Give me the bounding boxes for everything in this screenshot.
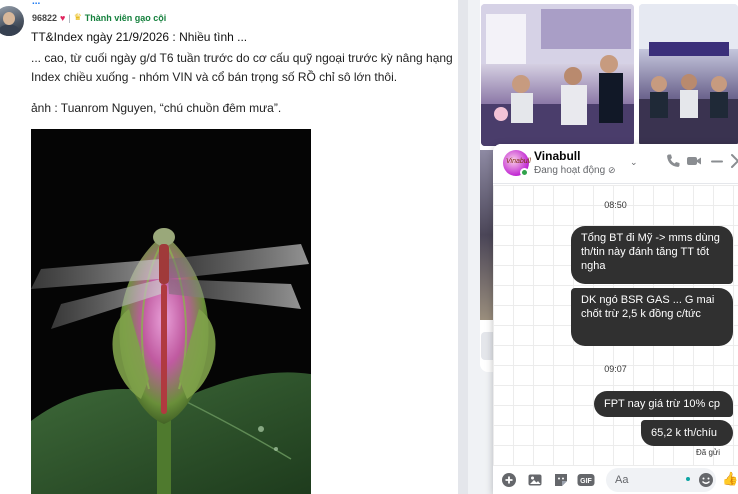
rank-icon: ♛ [73,12,82,22]
composer: GIF 👍 [493,466,738,494]
minimize-icon[interactable] [709,153,725,169]
message-bubble[interactable]: 65,2 k th/chíu [641,420,733,446]
online-indicator [520,168,529,177]
dragonfly-photo[interactable] [31,129,311,494]
author-points: 96822 [32,12,58,23]
plus-icon[interactable] [501,472,517,488]
close-icon[interactable] [730,153,738,169]
contact-status-text: Đang hoạt động [534,165,606,176]
message-list[interactable]: 08:50 Tổng BT đi Mỹ -> mms dùng th/tin n… [493,185,738,466]
sticker-icon[interactable] [553,472,569,488]
video-icon[interactable] [686,153,702,169]
post-body-line: Index chiều xuống - nhóm VIN và cổ bán t… [31,70,398,84]
contact-name[interactable]: Vinabull [534,149,580,163]
like-icon[interactable]: 👍 [722,471,738,487]
mute-icon: ⊘ [607,165,616,175]
event-photo-1[interactable] [481,4,634,146]
sent-status: Đã gửi [696,448,721,457]
heart-icon: ♥ [60,12,66,23]
gif-icon[interactable]: GIF [577,472,595,488]
contact-status: Đang hoạt động ⊘ [534,165,616,176]
post-title: TT&Index ngày 21/9/2026 : Nhiều tình ... [31,30,248,44]
message-timestamp: 08:50 [604,200,627,210]
message-bubble[interactable]: FPT nay giá trừ 10% cp [594,391,733,417]
phone-icon[interactable] [665,153,681,169]
post-body-line: ... cao, từ cuối ngày g/d T6 tuần trước … [31,51,453,65]
page-gutter [458,0,468,494]
screen: ... 96822 ♥ | ♛ Thành viên gạo cội TT&In… [0,0,738,494]
event-photo-2-illustration [639,4,738,146]
photo-icon[interactable] [527,472,543,488]
contact-avatar-logo: Vinabull [506,158,531,165]
author-rank: Thành viên gạo cội [84,12,167,23]
background-photo-edge [480,150,494,320]
forum-post: ... 96822 ♥ | ♛ Thành viên gạo cội TT&In… [0,0,458,494]
ai-dot-icon [686,477,690,481]
author-name[interactable]: ... [32,0,78,5]
dragonfly-illustration [31,129,311,494]
message-bubble[interactable]: Tổng BT đi Mỹ -> mms dùng th/tin này đán… [571,226,733,284]
meta-divider: | [68,12,71,23]
chat-window: Vinabull Vinabull Đang hoạt động ⊘ ⌄ 08:… [493,144,738,494]
message-bubble[interactable]: DK ngó BSR GAS ... G mai chốt trừ 2,5 k … [571,288,733,346]
chat-header: Vinabull Vinabull Đang hoạt động ⊘ ⌄ [493,144,738,184]
message-timestamp: 09:07 [604,364,627,374]
emoji-icon[interactable] [698,472,714,488]
author-meta: 96822 ♥ | ♛ Thành viên gạo cội [32,12,166,23]
photo-credit: ảnh : Tuanrom Nguyen, “chú chuồn đêm mưa… [31,101,282,115]
event-photo-1-illustration [481,4,634,146]
author-avatar[interactable] [0,6,24,36]
event-photo-2[interactable] [639,4,738,146]
gif-label: GIF [580,478,592,485]
chevron-down-icon[interactable]: ⌄ [630,157,638,168]
